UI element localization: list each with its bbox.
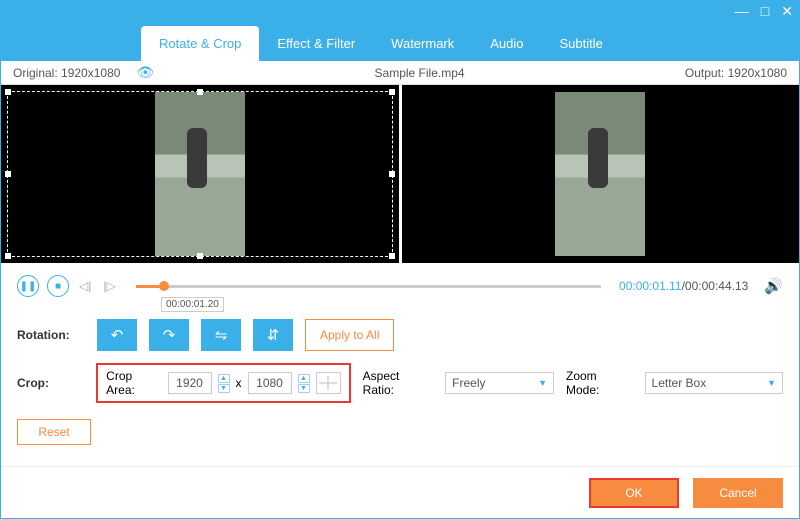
aspect-ratio-label: Aspect Ratio: xyxy=(363,369,434,397)
crop-height-input[interactable] xyxy=(248,372,292,394)
crop-sep: x xyxy=(236,376,242,390)
preview-original[interactable] xyxy=(1,85,402,263)
rotation-section: Rotation: ↶ ↷ ⇋ ⇵ Apply to All xyxy=(1,309,799,361)
crop-area-group: Crop Area: ▲▼ x ▲▼ xyxy=(96,363,350,403)
footer: OK Cancel xyxy=(1,466,799,518)
tab-rotate-crop[interactable]: Rotate & Crop xyxy=(141,26,259,61)
crop-label: Crop: xyxy=(17,376,84,390)
titlebar: — □ ✕ xyxy=(1,1,799,21)
rotate-right-button[interactable]: ↷ xyxy=(149,319,189,351)
editor-window: — □ ✕ Rotate & Crop Effect & Filter Wate… xyxy=(0,0,800,519)
time-tooltip: 00:00:01.20 xyxy=(161,297,224,312)
filename: Sample File.mp4 xyxy=(375,66,465,80)
zoom-mode-select[interactable]: Letter Box▼ xyxy=(645,372,783,394)
stop-button[interactable]: ■ xyxy=(47,275,69,297)
minimize-icon[interactable]: — xyxy=(735,3,749,19)
cancel-button[interactable]: Cancel xyxy=(693,478,783,508)
crop-handle[interactable] xyxy=(5,253,11,259)
aspect-ratio-select[interactable]: Freely▼ xyxy=(445,372,554,394)
time-display: 00:00:01.11/00:00:44.13 xyxy=(619,279,748,293)
crop-handle[interactable] xyxy=(5,89,11,95)
flip-vertical-button[interactable]: ⇵ xyxy=(253,319,293,351)
crop-width-input[interactable] xyxy=(168,372,212,394)
reset-button[interactable]: Reset xyxy=(17,419,91,445)
preview-output xyxy=(402,85,800,263)
crop-section: Crop: Crop Area: ▲▼ x ▲▼ Aspect Ratio: F… xyxy=(1,361,799,413)
close-icon[interactable]: ✕ xyxy=(781,3,793,20)
zoom-mode-label: Zoom Mode: xyxy=(566,369,633,397)
seek-slider[interactable] xyxy=(136,285,601,288)
prev-frame-button[interactable]: ◁| xyxy=(79,279,91,293)
rotate-left-button[interactable]: ↶ xyxy=(97,319,137,351)
crop-handle[interactable] xyxy=(389,171,395,177)
crop-handle[interactable] xyxy=(389,253,395,259)
crop-rectangle[interactable] xyxy=(7,91,393,257)
chevron-down-icon: ▼ xyxy=(767,378,776,388)
preview-area xyxy=(1,85,799,263)
rotation-label: Rotation: xyxy=(17,328,85,342)
tab-bar: Rotate & Crop Effect & Filter Watermark … xyxy=(1,21,799,61)
preview-eye-icon[interactable]: 👁 xyxy=(136,64,154,81)
tab-effect-filter[interactable]: Effect & Filter xyxy=(259,26,373,61)
flip-horizontal-button[interactable]: ⇋ xyxy=(201,319,241,351)
playback-controls: ❚❚ ■ ◁| |▷ 00:00:01.11/00:00:44.13 🔊 00:… xyxy=(1,263,799,309)
output-label: Output: 1920x1080 xyxy=(685,66,787,80)
position-picker[interactable] xyxy=(316,372,341,394)
seek-thumb[interactable] xyxy=(159,281,169,291)
info-bar: Original: 1920x1080 👁 Sample File.mp4 Ou… xyxy=(1,61,799,85)
crop-handle[interactable] xyxy=(389,89,395,95)
maximize-icon[interactable]: □ xyxy=(761,3,769,19)
crop-area-label: Crop Area: xyxy=(106,369,161,397)
tab-subtitle[interactable]: Subtitle xyxy=(542,26,621,61)
chevron-down-icon: ▼ xyxy=(538,378,547,388)
width-spinner[interactable]: ▲▼ xyxy=(218,374,230,393)
height-spinner[interactable]: ▲▼ xyxy=(298,374,310,393)
crop-handle[interactable] xyxy=(197,253,203,259)
crop-handle[interactable] xyxy=(197,89,203,95)
apply-all-button[interactable]: Apply to All xyxy=(305,319,394,351)
pause-button[interactable]: ❚❚ xyxy=(17,275,39,297)
ok-button[interactable]: OK xyxy=(589,478,679,508)
next-frame-button[interactable]: |▷ xyxy=(103,279,115,293)
original-label: Original: 1920x1080 xyxy=(13,66,120,80)
crop-handle[interactable] xyxy=(5,171,11,177)
tab-watermark[interactable]: Watermark xyxy=(373,26,472,61)
volume-icon[interactable]: 🔊 xyxy=(764,277,783,295)
tab-audio[interactable]: Audio xyxy=(472,26,541,61)
video-thumbnail xyxy=(555,92,645,256)
